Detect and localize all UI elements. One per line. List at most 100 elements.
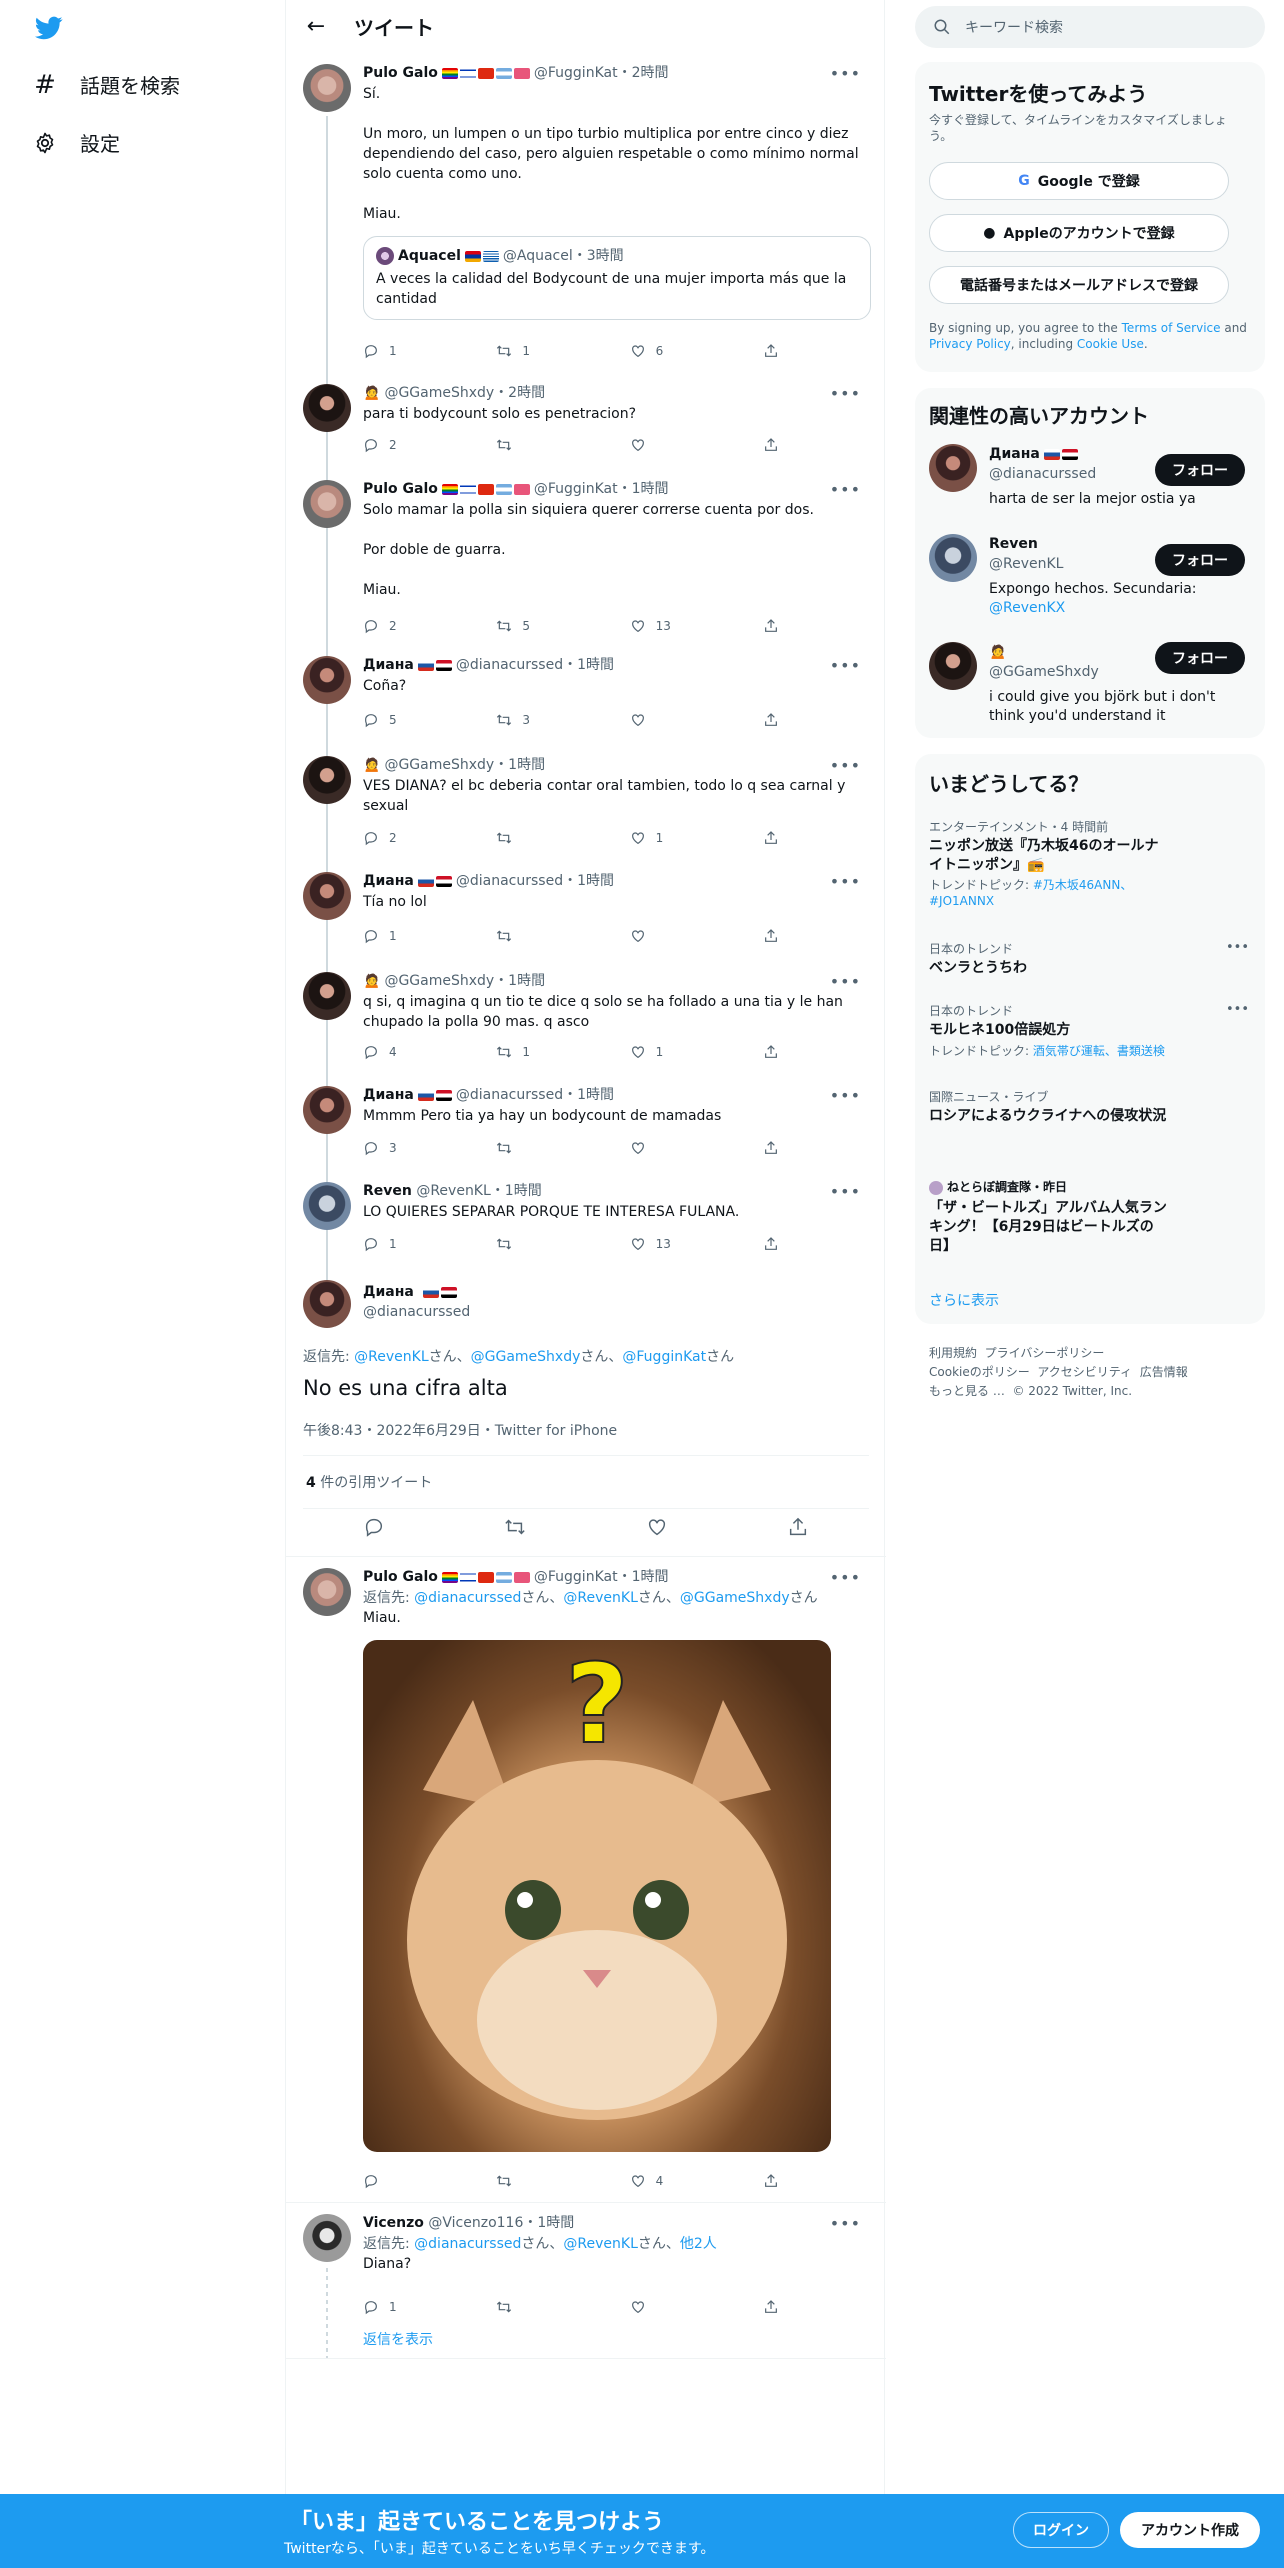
like-button[interactable] <box>630 437 730 453</box>
follow-button[interactable]: フォロー <box>1155 642 1245 674</box>
author-handle[interactable]: @GGameShxdy <box>384 385 494 401</box>
search-input[interactable]: キーワード検索 <box>915 6 1265 48</box>
reply-button[interactable]: 1 <box>363 343 463 359</box>
twitter-logo-icon[interactable] <box>32 14 66 42</box>
reply-icon[interactable] <box>363 1516 385 1542</box>
bio-mention-link[interactable]: @RevenKX <box>989 600 1065 616</box>
account-handle[interactable]: @GGameShxdy <box>989 664 1099 680</box>
avatar[interactable] <box>929 642 977 690</box>
author-handle[interactable]: @RevenKL <box>416 1183 490 1199</box>
mention-link[interactable]: @RevenKL <box>354 1349 428 1365</box>
author-handle[interactable]: @dianacurssed <box>456 657 563 673</box>
tos-link[interactable]: Terms of Service <box>1122 321 1221 335</box>
footer-link[interactable]: プライバシーポリシー <box>985 1346 1105 1360</box>
like-button[interactable]: 13 <box>630 618 730 634</box>
author-name[interactable]: Pulo Galo <box>363 65 438 81</box>
mention-link[interactable]: @FugginKat <box>622 1349 706 1365</box>
thread-tweet[interactable]: Диана @dianacurssed・1時間 ••• Coña? 5 3 <box>286 656 886 736</box>
reply-button[interactable]: 1 <box>363 2299 463 2315</box>
avatar[interactable] <box>303 64 351 112</box>
footer-link[interactable]: 広告情報 <box>1140 1365 1188 1379</box>
author-name[interactable]: Vicenzo <box>363 2215 424 2231</box>
account-row[interactable]: 🙍 @GGameShxdy i could give you björk but… <box>929 642 1249 732</box>
avatar[interactable] <box>303 1280 351 1328</box>
author-handle[interactable]: @FugginKat <box>534 1569 618 1585</box>
retweet-button[interactable]: 1 <box>496 343 596 359</box>
footer-link[interactable]: もっと見る … <box>929 1384 1005 1398</box>
quoted-tweet[interactable]: Aquacel @Aquacel・3時間 A veces la calidad d… <box>363 236 871 320</box>
avatar[interactable] <box>929 534 977 582</box>
tweet-meta[interactable]: 午後8:43・2022年6月29日・Twitter for iPhone <box>303 1420 617 1440</box>
quote-tweets-link[interactable]: 4 件の引用ツイート <box>306 1472 432 1492</box>
trend-item[interactable]: ねとらぼ調査隊・昨日 「ザ・ビートルズ」アルバム人気ランキング！【6月29日はビ… <box>929 1178 1169 1256</box>
account-name[interactable]: Reven <box>989 536 1038 552</box>
reply-button[interactable]: 3 <box>363 1140 463 1156</box>
mention-link[interactable]: @GGameShxdy <box>680 1590 790 1606</box>
author-handle[interactable]: @dianacurssed <box>456 1087 563 1103</box>
thread-tweet[interactable]: Диана @dianacurssed・1時間 ••• Tía no lol 1 <box>286 872 886 952</box>
retweet-button[interactable] <box>496 928 596 944</box>
trend-topic-link[interactable]: 酒気帯び運転、書類送検 <box>1033 1044 1165 1058</box>
tweet-time[interactable]: ・1時間 <box>523 2215 574 2231</box>
like-button[interactable] <box>630 712 730 728</box>
account-name-emoji[interactable]: 🙍 <box>989 644 1006 660</box>
avatar[interactable] <box>303 972 351 1020</box>
share-button[interactable] <box>763 712 793 728</box>
author-handle[interactable]: @Vicenzo116 <box>428 2215 523 2231</box>
author-name[interactable]: Reven <box>363 1183 412 1199</box>
retweet-button[interactable] <box>496 437 596 453</box>
show-more-link[interactable]: さらに表示 <box>929 1290 999 1310</box>
cat-image[interactable]: ? <box>363 1640 831 2152</box>
reply-button[interactable]: 1 <box>363 1236 463 1252</box>
reply-tweet[interactable]: Pulo Galo @FugginKat・1時間 ••• 返信先: @dianac… <box>286 1568 886 2198</box>
tweet-time[interactable]: ・1時間 <box>618 1569 669 1585</box>
like-button[interactable]: 4 <box>630 2173 730 2189</box>
author-name[interactable]: Диана <box>363 657 414 673</box>
tweet-time[interactable]: ・1時間 <box>618 481 669 497</box>
show-replies-link[interactable]: 返信を表示 <box>363 2329 433 2349</box>
avatar[interactable] <box>303 1182 351 1230</box>
apple-signup-button[interactable]: ● Appleのアカウントで登録 <box>929 214 1229 252</box>
reply-button[interactable]: 1 <box>363 928 463 944</box>
share-button[interactable] <box>763 1140 793 1156</box>
more-icon[interactable]: ••• <box>830 480 861 499</box>
like-icon[interactable] <box>646 1516 668 1542</box>
nav-settings[interactable]: 設定 <box>32 128 120 157</box>
thread-tweet[interactable]: Reven @RevenKL・1時間 ••• LO QUIERES SEPARA… <box>286 1182 886 1260</box>
mention-link[interactable]: @dianacurssed <box>414 2236 521 2252</box>
footer-link[interactable]: アクセシビリティ <box>1037 1365 1132 1379</box>
more-icon[interactable]: ••• <box>830 656 861 675</box>
tweet-time[interactable]: ・1時間 <box>491 1183 542 1199</box>
more-icon[interactable]: ••• <box>830 2214 861 2233</box>
author-handle[interactable]: @GGameShxdy <box>384 973 494 989</box>
share-icon[interactable] <box>787 1516 809 1542</box>
avatar[interactable] <box>303 656 351 704</box>
share-button[interactable] <box>763 830 793 846</box>
trend-item[interactable]: 国際ニュース・ライブ ロシアによるウクライナへの侵攻状況 <box>929 1088 1169 1126</box>
signup-button[interactable]: アカウント作成 <box>1120 2512 1260 2548</box>
avatar[interactable] <box>303 1086 351 1134</box>
mention-link[interactable]: @RevenKL <box>563 2236 637 2252</box>
share-button[interactable] <box>763 437 793 453</box>
like-button[interactable]: 1 <box>630 1044 730 1060</box>
more-icon[interactable]: ••• <box>830 1568 861 1587</box>
trend-item[interactable]: エンターテインメント・4 時間前 ニッポン放送『乃木坂46のオールナイトニッポン… <box>929 818 1169 909</box>
like-button[interactable]: 1 <box>630 830 730 846</box>
more-icon[interactable]: ••• <box>830 872 861 891</box>
avatar[interactable] <box>303 480 351 528</box>
login-button[interactable]: ログイン <box>1013 2512 1109 2548</box>
tweet-time[interactable]: ・1時間 <box>563 873 614 889</box>
thread-tweet[interactable]: Pulo Galo @FugginKat・1時間 ••• Solo mamar l… <box>286 480 886 642</box>
retweet-button[interactable] <box>496 1140 596 1156</box>
more-icon[interactable]: ••• <box>830 384 861 403</box>
like-button[interactable] <box>630 1140 730 1156</box>
mention-link[interactable]: @RevenKL <box>563 1590 637 1606</box>
reply-button[interactable]: 2 <box>363 437 463 453</box>
author-handle[interactable]: @FugginKat <box>534 481 618 497</box>
reply-button[interactable]: 2 <box>363 830 463 846</box>
privacy-link[interactable]: Privacy Policy <box>929 337 1011 351</box>
author-name[interactable]: Pulo Galo <box>363 1569 438 1585</box>
more-icon[interactable]: ••• <box>1226 1002 1249 1017</box>
account-row[interactable]: Диана @dianacurssed harta de ser la mejo… <box>929 444 1249 524</box>
more-icon[interactable]: ••• <box>830 756 861 775</box>
